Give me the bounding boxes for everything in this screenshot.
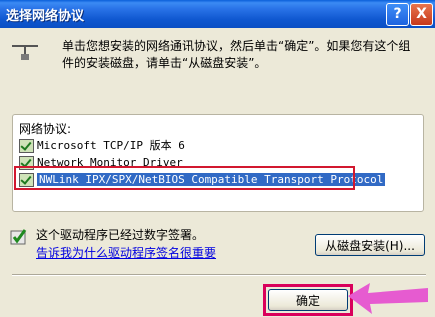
signed-driver-icon xyxy=(10,229,27,245)
network-plug-icon xyxy=(12,45,38,60)
protocol-icon xyxy=(19,139,34,153)
selection-highlight-box xyxy=(14,166,355,190)
instruction-text: 单击您想安装的网络通讯协议，然后单击“确定”。如果您有这个组 件的安装磁盘，请单… xyxy=(62,38,427,72)
instruction-line-1: 单击您想安装的网络通讯协议，然后单击“确定”。如果您有这个组 xyxy=(62,39,411,53)
signature-info-link[interactable]: 告诉我为什么驱动程序签名很重要 xyxy=(36,244,216,261)
title-bar: 选择网络协议 ? X xyxy=(0,0,435,28)
window-title: 选择网络协议 xyxy=(6,9,85,24)
signature-text: 这个驱动程序已经过数字签署。 xyxy=(36,228,205,242)
protocol-list-label: 网络协议: xyxy=(19,122,72,136)
pointer-arrow-icon xyxy=(348,283,428,314)
have-disk-button[interactable]: 从磁盘安装(H)... xyxy=(315,234,425,256)
help-button[interactable]: ? xyxy=(386,3,409,26)
list-item-tcpip6[interactable]: Microsoft TCP/IP 版本 6 xyxy=(17,137,417,154)
divider xyxy=(12,274,426,276)
instruction-line-2: 件的安装磁盘，请单击“从磁盘安装”。 xyxy=(62,56,267,70)
protocol-listbox[interactable]: 网络协议: Microsoft TCP/IP 版本 6 Network Moni… xyxy=(12,114,424,212)
close-button[interactable]: X xyxy=(410,3,433,26)
list-item-label: Microsoft TCP/IP 版本 6 xyxy=(37,139,185,152)
